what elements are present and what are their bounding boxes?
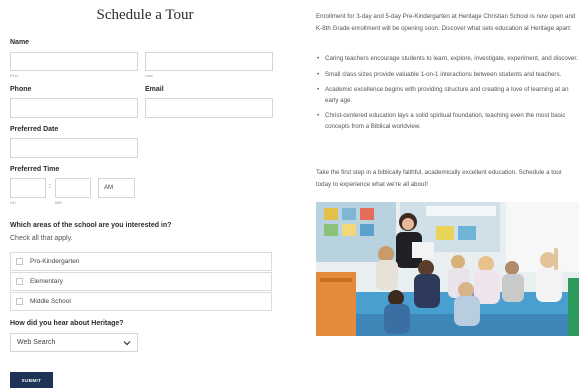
area-option-pre-k[interactable]: Pro-Kindergarten — [10, 252, 272, 271]
checkbox[interactable] — [16, 298, 23, 305]
area-option-label: Middle School — [30, 298, 71, 305]
list-item: Christ-centered education lays a solid s… — [316, 111, 579, 132]
last-name-input[interactable] — [145, 52, 273, 71]
checkbox[interactable] — [16, 258, 23, 265]
preferred-date-label: Preferred Date — [10, 126, 59, 133]
first-name-sublabel: First — [10, 73, 18, 78]
hear-about-value: Web Search — [17, 339, 56, 346]
hear-about-label: How did you hear about Heritage? — [10, 320, 124, 327]
checkbox[interactable] — [16, 278, 23, 285]
benefits-list: Caring teachers encourage students to le… — [316, 54, 579, 137]
first-name-input[interactable] — [10, 52, 138, 71]
tour-form: Schedule a Tour Name First Last Phone Em… — [0, 0, 290, 388]
hour-sublabel: HH — [10, 200, 16, 205]
list-item: Academic excellence begins with providin… — [316, 85, 579, 106]
email-label: Email — [145, 86, 164, 93]
ampm-value: AM — [104, 185, 113, 191]
form-title: Schedule a Tour — [96, 7, 194, 23]
area-option-middle-school[interactable]: Middle School — [10, 292, 272, 311]
phone-input[interactable] — [10, 98, 138, 118]
phone-label: Phone — [10, 86, 32, 93]
area-option-label: Pro-Kindergarten — [30, 258, 80, 265]
chevron-down-icon — [123, 340, 131, 345]
minute-sublabel: MM — [55, 200, 62, 205]
intro-paragraph: Enrollment for 3-day and 5-day Pre-Kinde… — [316, 13, 576, 32]
minute-input[interactable] — [55, 178, 91, 198]
time-separator: : — [49, 183, 51, 190]
ampm-select[interactable]: AM — [98, 178, 135, 198]
hear-about-select[interactable]: Web Search — [10, 333, 138, 352]
preferred-date-input[interactable] — [10, 138, 138, 158]
list-item: Caring teachers encourage students to le… — [316, 54, 579, 65]
info-panel: Enrollment for 3-day and 5-day Pre-Kinde… — [316, 0, 579, 388]
areas-hint: Check all that apply. — [10, 235, 73, 242]
last-name-sublabel: Last — [145, 73, 153, 78]
email-input[interactable] — [145, 98, 273, 118]
areas-label: Which areas of the school are you intere… — [10, 222, 172, 229]
list-item: Small class sizes provide valuable 1-on-… — [316, 70, 579, 81]
name-label: Name — [10, 39, 30, 46]
area-option-label: Elementary — [30, 278, 63, 285]
closing-paragraph: Take the first step in a biblically fait… — [316, 169, 562, 188]
area-option-elementary[interactable]: Elementary — [10, 272, 272, 291]
hour-input[interactable] — [10, 178, 46, 198]
submit-button[interactable]: SUBMIT — [10, 372, 53, 388]
classroom-photo — [316, 202, 579, 336]
preferred-time-label: Preferred Time — [10, 166, 60, 173]
